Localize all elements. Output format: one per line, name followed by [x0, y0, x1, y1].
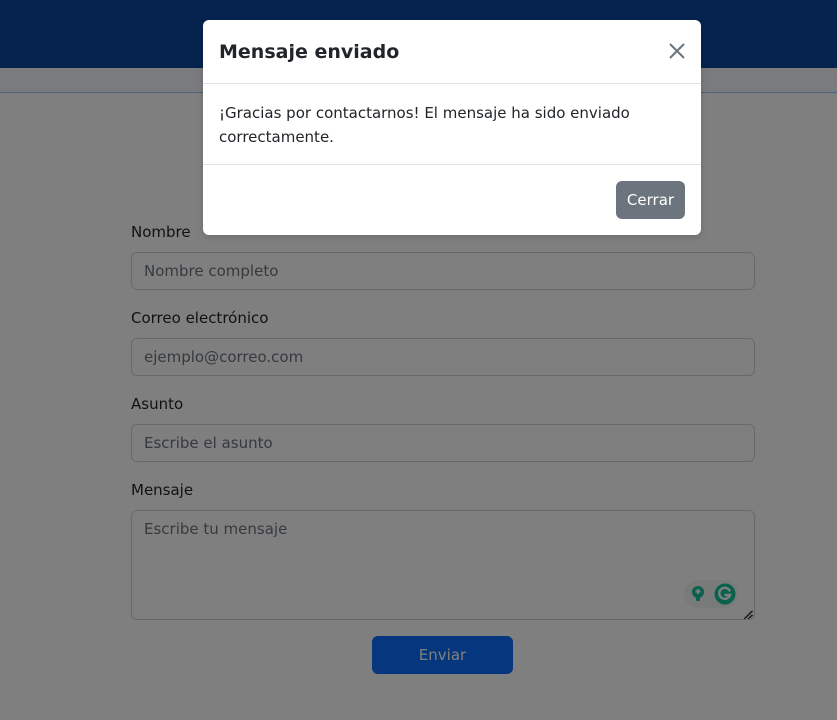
- modal-title: Mensaje enviado: [219, 41, 400, 63]
- modal-close-x-button[interactable]: [663, 38, 691, 66]
- success-modal: Mensaje enviado ¡Gracias por contactarno…: [203, 20, 701, 235]
- modal-body-text: ¡Gracias por contactarnos! El mensaje ha…: [219, 104, 630, 146]
- modal-header: Mensaje enviado: [203, 20, 701, 84]
- close-icon: [668, 42, 686, 63]
- close-button[interactable]: Cerrar: [616, 181, 685, 219]
- modal-footer: Cerrar: [203, 164, 701, 236]
